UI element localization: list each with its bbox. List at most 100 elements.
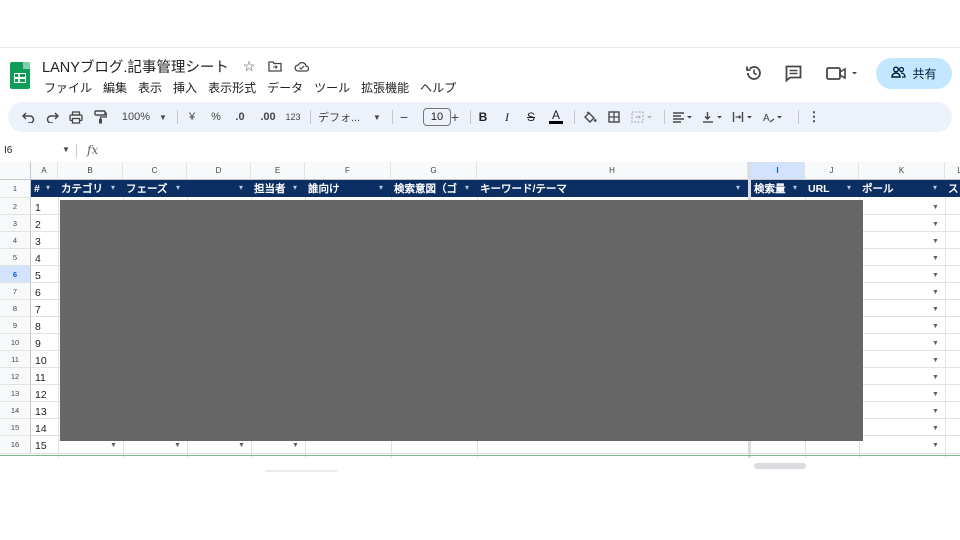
undo-icon[interactable] bbox=[20, 107, 36, 127]
increase-font-size-button[interactable]: + bbox=[449, 107, 461, 127]
more-formats-button[interactable]: 123 bbox=[284, 107, 302, 127]
filter-icon[interactable]: ▾ bbox=[239, 183, 243, 192]
cell-dropdown-icon[interactable]: ▼ bbox=[932, 340, 939, 347]
item-number[interactable]: 12 bbox=[35, 389, 47, 401]
item-number[interactable]: 5 bbox=[35, 270, 41, 282]
menu-extensions[interactable]: 拡張機能 bbox=[360, 79, 410, 96]
cell-dropdown-icon[interactable]: ▼ bbox=[238, 442, 245, 449]
filter-icon[interactable]: ▾ bbox=[46, 183, 50, 192]
sheets-logo-icon[interactable] bbox=[10, 62, 30, 89]
item-number[interactable]: 11 bbox=[35, 372, 46, 384]
item-number[interactable]: 10 bbox=[35, 355, 47, 367]
cell-dropdown-icon[interactable]: ▼ bbox=[932, 272, 939, 279]
row-header[interactable]: 16 bbox=[0, 436, 31, 454]
item-number[interactable]: 3 bbox=[35, 236, 41, 248]
text-color-button[interactable]: A bbox=[548, 107, 564, 127]
select-all-corner[interactable] bbox=[0, 162, 31, 180]
text-rotation-icon[interactable]: A bbox=[762, 107, 786, 127]
column-header-h[interactable]: H bbox=[477, 162, 748, 180]
cell-dropdown-icon[interactable]: ▼ bbox=[932, 238, 939, 245]
font-select[interactable]: デフォ... bbox=[318, 107, 368, 127]
merge-cells-icon[interactable] bbox=[630, 107, 656, 127]
scrollbar-thumb[interactable] bbox=[754, 463, 806, 469]
cell-dropdown-icon[interactable]: ▼ bbox=[932, 323, 939, 330]
cell-dropdown-icon[interactable]: ▼ bbox=[932, 374, 939, 381]
row-header[interactable]: 15 bbox=[0, 419, 31, 436]
cell-dropdown-icon[interactable]: ▼ bbox=[932, 289, 939, 296]
percent-button[interactable]: % bbox=[209, 107, 223, 127]
column-header-l[interactable]: L bbox=[945, 162, 960, 180]
cell-dropdown-icon[interactable]: ▼ bbox=[932, 425, 939, 432]
menu-format[interactable]: 表示形式 bbox=[207, 79, 257, 96]
item-number[interactable]: 1 bbox=[35, 202, 41, 214]
row-header[interactable]: 10 bbox=[0, 334, 31, 351]
currency-button[interactable]: ¥ bbox=[185, 107, 199, 127]
column-header-a[interactable]: A bbox=[31, 162, 58, 180]
strikethrough-button[interactable]: S bbox=[524, 107, 538, 127]
filter-icon[interactable]: ▾ bbox=[293, 183, 297, 192]
column-header-d[interactable]: D bbox=[187, 162, 251, 180]
decrease-font-size-button[interactable]: − bbox=[398, 107, 410, 127]
cell-dropdown-icon[interactable]: ▼ bbox=[932, 306, 939, 313]
more-options-icon[interactable]: ⋮ bbox=[808, 107, 821, 127]
item-number[interactable]: 15 bbox=[35, 440, 47, 452]
column-header-j[interactable]: J bbox=[805, 162, 859, 180]
vertical-align-icon[interactable] bbox=[702, 107, 726, 127]
cell-dropdown-icon[interactable]: ▼ bbox=[932, 255, 939, 262]
cell-dropdown-icon[interactable]: ▼ bbox=[932, 357, 939, 364]
cell-dropdown-icon[interactable]: ▼ bbox=[110, 442, 117, 449]
row-header[interactable]: 7 bbox=[0, 283, 31, 300]
formula-input[interactable] bbox=[110, 144, 950, 158]
column-header-c[interactable]: C bbox=[123, 162, 187, 180]
row-header[interactable]: 9 bbox=[0, 317, 31, 334]
column-header-e[interactable]: E bbox=[251, 162, 305, 180]
zoom-select[interactable]: 100% bbox=[118, 107, 154, 127]
comment-icon[interactable] bbox=[782, 62, 804, 84]
menu-view[interactable]: 表示 bbox=[137, 79, 163, 96]
zoom-dropdown-icon[interactable]: ▼ bbox=[158, 107, 168, 127]
fill-color-icon[interactable] bbox=[582, 107, 598, 127]
filter-icon[interactable]: ▾ bbox=[736, 183, 740, 192]
row-header[interactable]: 13 bbox=[0, 385, 31, 402]
row-header[interactable]: 3 bbox=[0, 215, 31, 232]
header-cell-number[interactable]: # bbox=[31, 180, 58, 197]
filter-icon[interactable]: ▾ bbox=[176, 183, 180, 192]
item-number[interactable]: 8 bbox=[35, 321, 41, 333]
filter-icon[interactable]: ▾ bbox=[465, 183, 469, 192]
cell-dropdown-icon[interactable]: ▼ bbox=[932, 408, 939, 415]
menu-edit[interactable]: 編集 bbox=[102, 79, 128, 96]
filter-icon[interactable]: ▾ bbox=[793, 183, 797, 192]
item-number[interactable]: 13 bbox=[35, 406, 47, 418]
column-header-f[interactable]: F bbox=[305, 162, 391, 180]
column-header-g[interactable]: G bbox=[391, 162, 477, 180]
item-number[interactable]: 4 bbox=[35, 253, 41, 265]
row-header[interactable]: 14 bbox=[0, 402, 31, 419]
font-size-input[interactable]: 10 bbox=[423, 108, 451, 126]
cell-dropdown-icon[interactable]: ▼ bbox=[932, 391, 939, 398]
row-header-selected[interactable]: 6 bbox=[0, 266, 31, 283]
cell-dropdown-icon[interactable]: ▼ bbox=[174, 442, 181, 449]
cell-dropdown-icon[interactable]: ▼ bbox=[932, 204, 939, 211]
bold-button[interactable]: B bbox=[476, 107, 490, 127]
column-header-k[interactable]: K bbox=[859, 162, 945, 180]
item-number[interactable]: 7 bbox=[35, 304, 41, 316]
row-header[interactable]: 8 bbox=[0, 300, 31, 317]
filter-icon[interactable]: ▾ bbox=[933, 183, 937, 192]
borders-icon[interactable] bbox=[606, 107, 622, 127]
font-dropdown-icon[interactable]: ▼ bbox=[372, 107, 382, 127]
share-button[interactable]: 共有 bbox=[876, 58, 952, 89]
name-box[interactable]: I6 bbox=[4, 145, 12, 156]
italic-button[interactable]: I bbox=[500, 107, 514, 127]
cell-dropdown-icon[interactable]: ▼ bbox=[932, 221, 939, 228]
paint-format-icon[interactable] bbox=[92, 107, 108, 127]
item-number[interactable]: 2 bbox=[35, 219, 41, 231]
document-title[interactable]: LANYブログ.記事管理シート bbox=[42, 56, 229, 77]
menu-help[interactable]: ヘルプ bbox=[419, 79, 457, 96]
row-header[interactable]: 11 bbox=[0, 351, 31, 368]
increase-decimal-button[interactable]: .00 bbox=[258, 107, 278, 127]
decrease-decimal-button[interactable]: .0 bbox=[231, 107, 249, 127]
row-header[interactable]: 5 bbox=[0, 249, 31, 266]
menu-file[interactable]: ファイル bbox=[43, 79, 93, 96]
menu-insert[interactable]: 挿入 bbox=[172, 79, 198, 96]
cell-dropdown-icon[interactable]: ▼ bbox=[292, 442, 299, 449]
